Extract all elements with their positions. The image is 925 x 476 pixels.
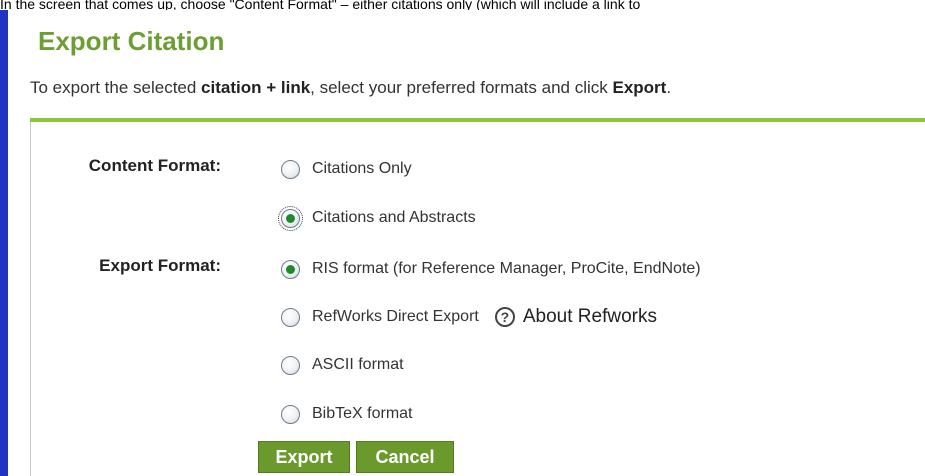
radio-citations-and-abstracts[interactable] [278, 205, 303, 231]
radio-ascii-format[interactable] [281, 355, 300, 375]
option-refworks-label: RefWorks Direct Export [312, 308, 479, 325]
option-bibtex-format[interactable]: BibTeX format [281, 402, 412, 426]
radio-refworks-direct-export[interactable] [281, 307, 300, 327]
option-ascii-format-label: ASCII format [312, 356, 404, 373]
radio-citations-only[interactable] [281, 159, 300, 179]
instructions-text-1: To export the selected [30, 78, 202, 97]
radio-bibtex-format[interactable] [281, 404, 300, 424]
cancel-button[interactable]: Cancel [356, 441, 454, 473]
option-citations-and-abstracts[interactable]: Citations and Abstracts [278, 205, 476, 231]
dialog-instructions: To export the selected citation + link, … [30, 78, 671, 98]
option-bibtex-format-label: BibTeX format [312, 405, 413, 422]
export-button[interactable]: Export [258, 441, 350, 473]
option-ris-format[interactable]: RIS format (for Reference Manager, ProCi… [281, 257, 701, 281]
content-format-label: Content Format: [88, 156, 221, 175]
radio-ris-format[interactable] [281, 259, 300, 279]
about-refworks-link[interactable]: About Refworks [523, 306, 657, 328]
form-area: Content Format: Citations Only Citations… [30, 122, 925, 476]
help-icon[interactable]: ? [494, 307, 515, 327]
option-ascii-format[interactable]: ASCII format [281, 353, 404, 377]
export-citation-dialog: Export Citation To export the selected c… [8, 10, 925, 476]
option-refworks-direct-export[interactable]: RefWorks Direct Export ? About Refworks [281, 305, 657, 329]
option-citations-and-abstracts-label: Citations and Abstracts [312, 209, 476, 226]
option-citations-only[interactable]: Citations Only [281, 157, 412, 181]
option-ris-format-label: RIS format (for Reference Manager, ProCi… [312, 260, 701, 277]
export-format-label: Export Format: [99, 256, 221, 275]
option-citations-only-label: Citations Only [312, 160, 412, 177]
instructions-text-2: , select your preferred formats and clic… [310, 78, 613, 97]
dialog-title: Export Citation [38, 26, 225, 56]
window-edge-bar [0, 10, 8, 476]
instructions-bold-citation: citation + link [201, 78, 311, 97]
instructions-text-3: . [666, 78, 672, 97]
instructions-bold-export: Export [612, 78, 667, 97]
